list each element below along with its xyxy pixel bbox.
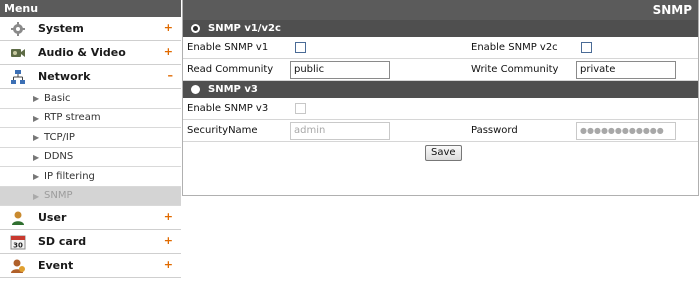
sub-item-label: Basic	[44, 92, 71, 104]
expand-icon[interactable]: +	[164, 234, 173, 247]
form-row: SecurityName admin Password ●●●●●●●●●●●●	[183, 120, 698, 142]
video-camera-icon	[10, 45, 26, 61]
expand-icon[interactable]: +	[164, 258, 173, 271]
enable-snmp-v1-checkbox[interactable]	[295, 42, 306, 53]
menu-item-label: Network	[38, 70, 91, 83]
password-input[interactable]: ●●●●●●●●●●●●	[576, 122, 676, 140]
network-icon	[10, 69, 26, 85]
sidebar-item-tcp-ip[interactable]: ▶ TCP/IP	[0, 128, 181, 148]
write-community-label: Write Community	[471, 64, 559, 75]
svg-text:30: 30	[13, 241, 23, 249]
section-label: SNMP v3	[208, 84, 258, 95]
form-row: Enable SNMP v3	[183, 98, 698, 120]
sub-item-label: TCP/IP	[44, 131, 75, 143]
sub-item-label: RTP stream	[44, 112, 101, 124]
chevron-right-icon: ▶	[33, 191, 40, 201]
menu-item-label: System	[38, 22, 84, 35]
menu-item-sd-card[interactable]: 30 SD card +	[0, 230, 181, 254]
menu-item-network[interactable]: Network –	[0, 65, 181, 89]
snmp-v3-radio[interactable]: SNMP v3	[183, 81, 698, 98]
enable-snmp-v3-checkbox[interactable]	[295, 103, 306, 114]
enable-snmp-v1-label: Enable SNMP v1	[187, 42, 269, 53]
form-row: Read Community public Write Community pr…	[183, 59, 698, 81]
event-icon	[10, 258, 26, 274]
password-label: Password	[471, 125, 518, 136]
security-name-label: SecurityName	[187, 125, 258, 136]
sidebar-item-ip-filtering[interactable]: ▶ IP filtering	[0, 167, 181, 187]
user-icon	[10, 210, 26, 226]
write-community-input[interactable]: private	[576, 61, 676, 79]
calendar-icon: 30	[10, 234, 26, 250]
sidebar-menu: Menu System + Audio & Video + Network – …	[0, 0, 181, 296]
read-community-label: Read Community	[187, 64, 274, 75]
chevron-right-icon: ▶	[33, 94, 40, 103]
save-row: Save	[183, 142, 698, 163]
menu-item-audio-video[interactable]: Audio & Video +	[0, 41, 181, 65]
enable-snmp-v2c-checkbox[interactable]	[581, 42, 592, 53]
chevron-right-icon: ▶	[33, 133, 40, 142]
sub-item-label: IP filtering	[44, 170, 95, 182]
chevron-right-icon: ▶	[33, 113, 40, 123]
sidebar-item-snmp[interactable]: ▶ SNMP	[0, 186, 181, 206]
enable-snmp-v3-label: Enable SNMP v3	[187, 103, 269, 114]
expand-icon[interactable]: +	[164, 45, 173, 58]
snmp-panel: SNMP SNMP v1/v2c Enable SNMP v1 Enable S…	[182, 0, 699, 196]
menu-item-label: Audio & Video	[38, 46, 126, 59]
enable-snmp-v2c-label: Enable SNMP v2c	[471, 42, 558, 53]
sub-item-label: SNMP	[44, 190, 73, 202]
security-name-input[interactable]: admin	[290, 122, 390, 140]
page-title: SNMP	[183, 0, 698, 20]
radio-unselected-icon[interactable]	[191, 85, 200, 94]
menu-item-user[interactable]: User +	[0, 206, 181, 230]
radio-selected-icon[interactable]	[191, 24, 200, 33]
menu-item-system[interactable]: System +	[0, 17, 181, 41]
expand-icon[interactable]: +	[164, 21, 173, 34]
chevron-right-icon: ▶	[33, 152, 40, 162]
expand-icon[interactable]: +	[164, 210, 173, 223]
snmp-v1v2c-radio[interactable]: SNMP v1/v2c	[183, 20, 698, 37]
menu-item-label: User	[38, 211, 67, 224]
collapse-icon[interactable]: –	[168, 69, 174, 82]
menu-header: Menu	[0, 0, 181, 17]
menu-item-label: SD card	[38, 235, 87, 248]
sidebar-item-basic[interactable]: ▶ Basic	[0, 89, 181, 109]
read-community-input[interactable]: public	[290, 61, 390, 79]
gear-icon	[10, 21, 26, 37]
form-row: Enable SNMP v1 Enable SNMP v2c	[183, 37, 698, 59]
menu-item-event[interactable]: Event +	[0, 254, 181, 278]
menu-item-label: Event	[38, 259, 74, 272]
section-label: SNMP v1/v2c	[208, 23, 281, 34]
sidebar-item-rtp-stream[interactable]: ▶ RTP stream	[0, 109, 181, 128]
save-button[interactable]: Save	[425, 145, 462, 161]
sub-item-label: DDNS	[44, 151, 74, 163]
chevron-right-icon: ▶	[33, 172, 40, 181]
sidebar-item-ddns[interactable]: ▶ DDNS	[0, 148, 181, 167]
